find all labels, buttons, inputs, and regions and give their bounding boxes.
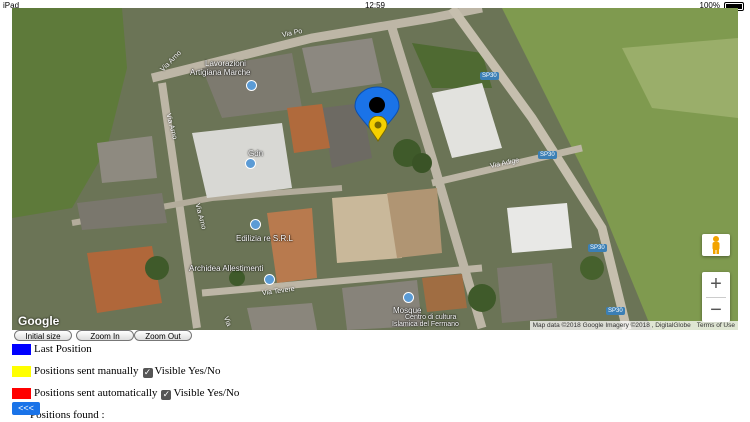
legend-label: Positions sent automatically	[34, 387, 158, 399]
road-shield: SP30	[538, 151, 557, 159]
poi-marker-icon[interactable]	[246, 80, 257, 91]
manual-position-marker-icon[interactable]	[368, 116, 388, 142]
map-attribution: Map data ©2018 Google Imagery ©2018 , Di…	[529, 321, 738, 330]
manual-visible-checkbox[interactable]: ✓	[142, 368, 153, 378]
zoom-in-button[interactable]: Zoom In	[76, 330, 134, 341]
attribution-text: Map data ©2018 Google Imagery ©2018 , Di…	[532, 322, 691, 329]
legend-text: Positions sent automatically ✓ Visible Yes…	[34, 387, 239, 400]
map-zoom-out-button[interactable]: −	[702, 298, 730, 323]
google-logo: Google	[18, 314, 60, 328]
satellite-imagery	[12, 8, 738, 330]
map-zoom-control: + −	[702, 272, 730, 322]
label-edilizia: Edilizia re S.R.L	[236, 234, 293, 243]
label-archidea: Archidea Allestimenti	[189, 264, 264, 273]
legend-label: Last Position	[34, 343, 92, 355]
poi-marker-icon[interactable]	[264, 274, 275, 285]
visible-label: Visible Yes/No	[173, 387, 240, 399]
automatic-visible-checkbox[interactable]: ✓	[161, 390, 172, 400]
label-gdn: Gdn	[248, 149, 264, 158]
back-button[interactable]: <<<	[12, 402, 40, 415]
poi-marker-icon[interactable]	[250, 219, 261, 230]
visible-label: Visible Yes/No	[154, 365, 221, 377]
map-zoom-in-button[interactable]: +	[702, 272, 730, 297]
label-islamica: Islamica del Fermano	[392, 321, 459, 328]
road-shield: SP30	[480, 72, 499, 80]
legend-text: Positions sent manually ✓ Visible Yes/No	[34, 365, 220, 378]
legend-swatch-yellow	[12, 366, 31, 377]
zoom-out-button[interactable]: Zoom Out	[134, 330, 192, 341]
mosque-marker-icon[interactable]	[403, 292, 414, 303]
legend-swatch-red	[12, 388, 31, 399]
road-shield: SP30	[606, 307, 625, 315]
map-view[interactable]: Lavorazioni Artigiana Marche Gdn Edilizi…	[12, 8, 738, 330]
legend-label: Positions sent manually	[34, 365, 139, 377]
terms-of-use-link[interactable]: Terms of Use	[697, 322, 735, 329]
initial-size-button[interactable]: Initial size	[14, 330, 72, 341]
label-centro: Centro di cultura	[405, 314, 457, 321]
road-shield: SP30	[588, 244, 607, 252]
poi-marker-icon[interactable]	[245, 158, 256, 169]
positions-found-label: Positions found :	[30, 409, 105, 421]
street-view-pegman-button[interactable]	[702, 234, 730, 256]
label-artigiana: Artigiana Marche	[190, 68, 251, 77]
pegman-icon	[712, 236, 720, 254]
legend-swatch-blue	[12, 344, 31, 355]
label-lavorazioni: Lavorazioni	[205, 59, 246, 68]
